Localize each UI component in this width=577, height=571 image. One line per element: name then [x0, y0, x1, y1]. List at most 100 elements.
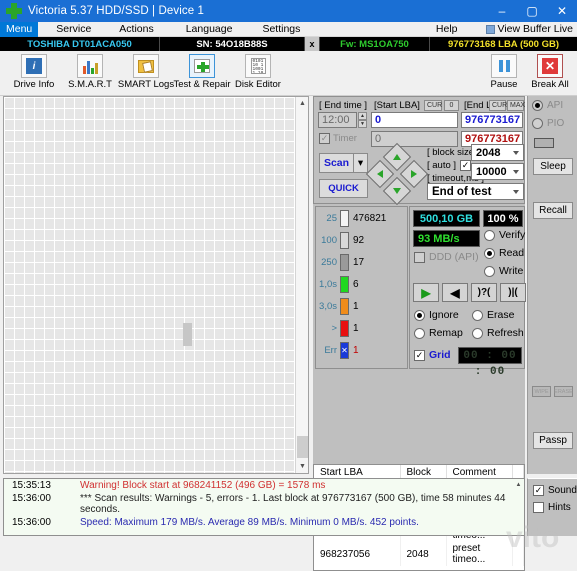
grid-checkbox[interactable]: ✓ — [414, 350, 425, 361]
refresh-radio-icon[interactable] — [472, 328, 483, 339]
toolbar-button-break-all[interactable]: ✕ Break All — [527, 53, 573, 90]
sound-label: Sound — [548, 485, 577, 496]
action-remap-radio[interactable]: Remap — [414, 327, 463, 339]
ignore-radio-icon[interactable] — [414, 310, 425, 321]
timer-checkbox-row[interactable]: ✓ Timer — [319, 133, 357, 144]
log-panel[interactable]: 15:35:13 Warning! Block start at 9682411… — [3, 478, 525, 536]
timeout-select[interactable]: 10000 — [471, 163, 524, 180]
recall-button[interactable]: Recall — [533, 202, 573, 219]
passp-button[interactable]: Passp — [533, 432, 573, 449]
ddd-api-row[interactable]: DDD (API) — [414, 251, 479, 263]
menu-item-help[interactable]: Help — [430, 22, 464, 37]
scan-grid-cursor — [183, 323, 192, 346]
hints-checkbox-row[interactable]: Hints — [528, 496, 577, 513]
erase-button[interactable]: ERASE — [554, 386, 573, 397]
toolbar-button-pause[interactable]: Pause — [481, 53, 527, 90]
seek-end-button[interactable]: )|( — [500, 283, 526, 302]
end-lba-max-button[interactable]: MAX — [507, 100, 524, 111]
stat-threshold: 100 — [318, 235, 340, 246]
play-forward-button[interactable]: ▶ — [413, 283, 439, 302]
test-repair-icon — [189, 54, 215, 78]
scan-grid-canvas[interactable] — [4, 97, 296, 473]
toolbar-button-drive-info[interactable]: i Drive Info — [6, 53, 62, 90]
play-backward-button[interactable]: ◀ — [442, 283, 468, 302]
window-controls: – ▢ ✕ — [487, 0, 577, 22]
ddd-api-checkbox[interactable] — [414, 252, 425, 263]
scroll-down-icon[interactable]: ▼ — [296, 460, 309, 473]
end-time-field[interactable]: 12:00 — [318, 112, 357, 128]
toolbar-button-smart[interactable]: S.M.A.R.T — [62, 53, 118, 90]
erase-radio-icon[interactable] — [472, 310, 483, 321]
mode-read-label: Read — [499, 247, 524, 259]
close-button[interactable]: ✕ — [547, 0, 577, 22]
auto-checkbox-row[interactable]: [ auto ] ✓ — [427, 160, 471, 171]
scroll-up-icon[interactable]: ▲ — [296, 97, 309, 110]
start-lba-cur-button[interactable]: CUR — [424, 100, 442, 111]
scan-grid-scrollbar[interactable]: ▲ ▼ — [295, 97, 308, 473]
table-row[interactable]: 968237056 2048 preset timeo... — [314, 542, 524, 566]
minimize-button[interactable]: – — [487, 0, 517, 22]
toolbar-button-smart-logs[interactable]: SMART Logs — [118, 53, 174, 90]
transfer-api-radio[interactable]: API — [532, 100, 563, 111]
spinner-down-icon[interactable]: ▼ — [358, 120, 367, 128]
block-size-select[interactable]: 2048 — [471, 144, 524, 161]
action-refresh-radio[interactable]: Refresh — [472, 327, 524, 339]
timer-field[interactable]: 0 — [371, 131, 458, 147]
sleep-button[interactable]: Sleep — [533, 158, 573, 175]
timer-checkbox[interactable]: ✓ — [319, 133, 330, 144]
sound-checkbox[interactable]: ✓ — [533, 485, 544, 496]
start-lba-zero-button[interactable]: 0 — [444, 100, 459, 111]
end-lba-cur-button[interactable]: CUR — [489, 100, 506, 111]
quick-button[interactable]: QUICK — [319, 179, 368, 198]
log-scrollbar[interactable]: ▲ — [513, 479, 524, 535]
start-lba-field[interactable]: 0 — [371, 112, 458, 128]
seek-random-button[interactable]: )?( — [471, 283, 497, 302]
toolbar-button-test-repair[interactable]: Test & Repair — [174, 53, 230, 90]
transfer-pio-radio[interactable]: PIO — [532, 118, 564, 129]
end-lba-field[interactable]: 976773167 — [461, 112, 523, 128]
menu-item-service[interactable]: Service — [50, 22, 97, 37]
mode-read-radio[interactable]: Read — [484, 247, 524, 259]
end-time-spinner[interactable]: ▲▼ — [358, 112, 367, 128]
close-drive-button[interactable]: x — [305, 37, 320, 51]
hints-checkbox[interactable] — [533, 502, 544, 513]
read-radio-icon[interactable] — [484, 248, 495, 259]
verify-radio-icon[interactable] — [484, 230, 495, 241]
wipe-button[interactable]: WIPE — [532, 386, 551, 397]
pio-radio-icon[interactable] — [532, 118, 543, 129]
mode-write-radio[interactable]: Write — [484, 265, 523, 277]
scan-grid-panel[interactable]: ▲ ▼ — [3, 96, 309, 474]
api-radio-icon[interactable] — [532, 100, 543, 111]
action-erase-radio[interactable]: Erase — [472, 309, 514, 321]
scrollbar-thumb[interactable] — [297, 436, 308, 458]
menu-item-menu[interactable]: Menu — [0, 22, 38, 37]
sound-checkbox-row[interactable]: ✓ Sound — [528, 479, 577, 496]
action-erase-label: Erase — [487, 309, 514, 321]
log-scroll-up-icon[interactable]: ▲ — [513, 479, 524, 490]
remap-radio-icon[interactable] — [414, 328, 425, 339]
auto-checkbox[interactable]: ✓ — [460, 160, 471, 171]
action-ignore-radio[interactable]: Ignore — [414, 309, 459, 321]
stat-count: 1 — [349, 301, 359, 312]
stat-swatch — [340, 232, 349, 249]
stat-swatch — [340, 254, 349, 271]
readouts-panel: 500,10 GB 100 % 93 MB/s DDD (API) Verify… — [409, 206, 525, 369]
write-radio-icon[interactable] — [484, 266, 495, 277]
navigation-dpad[interactable] — [370, 147, 424, 201]
stat-row: 25 476821 — [316, 207, 407, 229]
spinner-up-icon[interactable]: ▲ — [358, 112, 367, 120]
end-of-test-select[interactable]: End of test — [427, 183, 524, 200]
scan-button[interactable]: Scan — [319, 153, 354, 173]
menu-item-language[interactable]: Language — [180, 22, 239, 37]
toolbar-label-smart-logs: SMART Logs — [118, 79, 174, 90]
toolbar-button-disk-editor[interactable]: 010110 110011 101000 0001 Disk Editor — [230, 53, 286, 90]
mode-verify-radio[interactable]: Verify — [484, 229, 525, 241]
scan-button-group[interactable]: Scan ▾ — [319, 153, 368, 173]
view-buffer-live-toggle[interactable]: View Buffer Live — [486, 23, 577, 35]
maximize-button[interactable]: ▢ — [517, 0, 547, 22]
grid-checkbox-row[interactable]: ✓ Grid — [414, 349, 451, 361]
drive-info-icon: i — [21, 54, 47, 78]
scan-dropdown-arrow[interactable]: ▾ — [354, 153, 368, 173]
menu-item-actions[interactable]: Actions — [113, 22, 159, 37]
menu-item-settings[interactable]: Settings — [256, 22, 306, 37]
